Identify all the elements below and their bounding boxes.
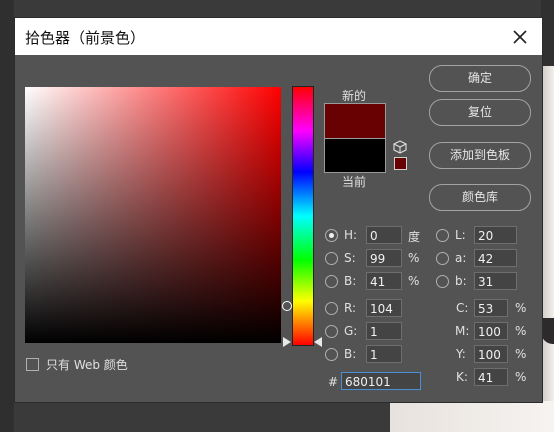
current-color-swatch[interactable]	[324, 138, 386, 173]
label-b: B:	[344, 274, 357, 288]
color-picker-dialog: 拾色器（前景色） 新的 当前 确定 复位 添加到色板 颜色库 H: 0 度 S:…	[14, 17, 543, 403]
radio-a[interactable]	[436, 252, 449, 265]
label-a: a:	[455, 251, 467, 265]
input-b[interactable]: 41	[366, 272, 402, 290]
input-l[interactable]: 20	[474, 226, 517, 244]
label-k: K:	[456, 370, 468, 384]
close-icon	[513, 30, 527, 44]
unit-y: %	[515, 347, 527, 361]
label-y: Y:	[456, 347, 466, 361]
unit-c: %	[515, 301, 527, 315]
label-r: R:	[344, 301, 357, 315]
hue-slider-right-arrow[interactable]	[314, 337, 322, 347]
unit-m: %	[515, 324, 527, 338]
radio-b[interactable]	[325, 275, 338, 288]
label-c: C:	[456, 301, 469, 315]
input-g[interactable]: 1	[366, 322, 402, 340]
out-of-gamut-swatch[interactable]	[394, 157, 407, 170]
ok-button[interactable]: 确定	[429, 65, 531, 92]
radio-s[interactable]	[325, 252, 338, 265]
color-field[interactable]	[25, 87, 292, 343]
label-l: L:	[455, 228, 466, 242]
input-y[interactable]: 100	[474, 345, 508, 363]
label-s: S:	[344, 251, 356, 265]
hue-slider[interactable]	[292, 86, 314, 346]
new-color-label: 新的	[342, 89, 367, 103]
radio-l[interactable]	[436, 229, 449, 242]
background-left	[0, 0, 14, 432]
label-g: G:	[344, 324, 358, 338]
web-only-label: 只有 Web 颜色	[46, 358, 128, 372]
radio-blue[interactable]	[325, 348, 338, 361]
radio-h[interactable]	[325, 229, 338, 242]
input-blue[interactable]: 1	[366, 345, 402, 363]
input-s[interactable]: 99	[366, 249, 402, 267]
input-h[interactable]: 0	[366, 226, 402, 244]
input-c[interactable]: 53	[474, 299, 508, 317]
hue-slider-left-arrow[interactable]	[283, 337, 291, 347]
add-to-swatches-button[interactable]: 添加到色板	[429, 142, 531, 169]
hex-label: #	[328, 375, 339, 389]
label-blue: B:	[344, 347, 357, 361]
color-libraries-button[interactable]: 颜色库	[429, 184, 531, 211]
input-m[interactable]: 100	[474, 322, 508, 340]
dialog-title: 拾色器（前景色）	[25, 29, 146, 47]
title-bar: 拾色器（前景色）	[15, 18, 542, 55]
input-a[interactable]: 42	[474, 249, 517, 267]
hex-input[interactable]: 680101	[341, 372, 421, 390]
unit-b: %	[408, 274, 420, 288]
new-color-swatch[interactable]	[324, 103, 386, 139]
current-color-label: 当前	[342, 175, 367, 189]
radio-lab-b[interactable]	[436, 275, 449, 288]
color-field-marker[interactable]	[282, 301, 292, 311]
cube-icon[interactable]	[393, 140, 407, 154]
background-photo-bottom	[390, 401, 554, 432]
unit-s: %	[408, 251, 420, 265]
unit-k: %	[515, 370, 527, 384]
radio-g[interactable]	[325, 325, 338, 338]
label-lab-b: b:	[455, 274, 467, 288]
label-m: M:	[455, 324, 470, 338]
radio-r[interactable]	[325, 302, 338, 315]
close-button[interactable]	[509, 26, 531, 48]
input-r[interactable]: 104	[366, 299, 402, 317]
label-h: H:	[344, 228, 358, 242]
web-only-checkbox[interactable]	[26, 358, 39, 371]
reset-button[interactable]: 复位	[429, 99, 531, 126]
input-lab-b[interactable]: 31	[474, 272, 517, 290]
input-k[interactable]: 41	[474, 368, 508, 386]
unit-h: 度	[408, 230, 421, 244]
